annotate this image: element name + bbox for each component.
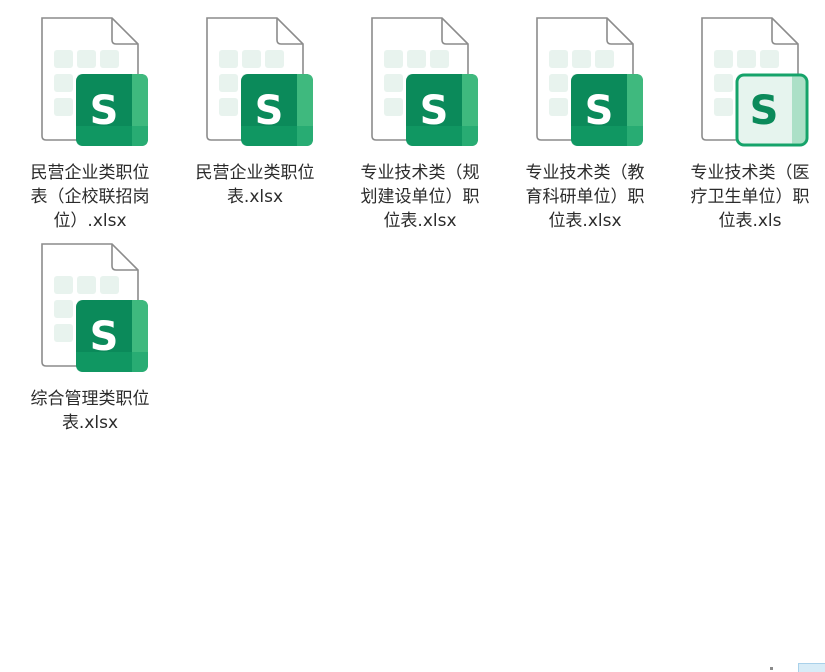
cell-tint <box>737 50 756 68</box>
badge-letter: S <box>255 88 284 134</box>
file-name-label: 专业技术类（医疗卫生单位）职位表.xls <box>690 163 810 231</box>
wps-spreadsheet-icon: S <box>206 17 313 146</box>
scrollbar-corner[interactable] <box>798 663 825 672</box>
cell-tint <box>100 276 119 294</box>
cell-tint <box>265 50 284 68</box>
file-grid: S 民营企业类职位表（企校联招岗位）.xlsx S 民营企业类职位表.xlsx … <box>0 0 825 672</box>
file-name-label: 专业技术类（规划建设单位）职位表.xlsx <box>360 163 480 231</box>
badge-stripe <box>792 76 806 144</box>
cell-tint <box>54 276 73 294</box>
badge: S <box>406 74 478 146</box>
cell-tint <box>549 74 568 92</box>
cell-tint <box>100 50 119 68</box>
wps-spreadsheet-icon: S <box>41 17 148 146</box>
cell-tint <box>549 98 568 116</box>
cell-tint <box>407 50 426 68</box>
file-item[interactable]: S 专业技术类（规划建设单位）职位表.xlsx <box>345 14 495 233</box>
wps-spreadsheet-icon: S <box>371 17 478 146</box>
badge-letter: S <box>420 88 449 134</box>
badge-letter: S <box>585 88 614 134</box>
cell-tint <box>54 50 73 68</box>
cell-tint <box>549 50 568 68</box>
file-name-label: 专业技术类（教育科研单位）职位表.xlsx <box>525 163 645 231</box>
cell-tint <box>54 300 73 318</box>
cell-tint <box>219 74 238 92</box>
cell-tint <box>572 50 591 68</box>
file-item[interactable]: S 专业技术类（医疗卫生单位）职位表.xls <box>675 14 825 233</box>
cell-tint <box>219 50 238 68</box>
wps-spreadsheet-icon: S <box>536 17 643 146</box>
cell-tint <box>760 50 779 68</box>
cell-tint <box>714 74 733 92</box>
badge: S <box>571 74 643 146</box>
cell-tint <box>384 98 403 116</box>
cell-tint <box>384 50 403 68</box>
cell-tint <box>384 74 403 92</box>
cell-tint <box>219 98 238 116</box>
file-name-label: 民营企业类职位表.xlsx <box>195 163 315 207</box>
file-item[interactable]: S 民营企业类职位表.xlsx <box>180 14 330 209</box>
badge-letter: S <box>90 88 119 134</box>
badge: S <box>76 74 148 146</box>
cell-tint <box>54 98 73 116</box>
file-name-label: 民营企业类职位表（企校联招岗位）.xlsx <box>30 163 150 231</box>
badge-letter: S <box>90 314 119 360</box>
cell-tint <box>595 50 614 68</box>
file-item[interactable]: S 专业技术类（教育科研单位）职位表.xlsx <box>510 14 660 233</box>
file-item[interactable]: S 综合管理类职位表.xlsx <box>15 240 165 435</box>
cell-tint <box>242 50 261 68</box>
cell-tint <box>77 276 96 294</box>
wps-spreadsheet-icon: S <box>701 17 809 147</box>
cell-tint <box>54 74 73 92</box>
badge: S <box>735 73 809 147</box>
cell-tint <box>714 98 733 116</box>
cell-tint <box>77 50 96 68</box>
cell-tint <box>430 50 449 68</box>
badge: S <box>241 74 313 146</box>
wps-spreadsheet-icon: S <box>41 243 148 372</box>
cell-tint <box>714 50 733 68</box>
file-item[interactable]: S 民营企业类职位表（企校联招岗位）.xlsx <box>15 14 165 233</box>
cell-tint <box>54 324 73 342</box>
file-name-label: 综合管理类职位表.xlsx <box>30 389 150 433</box>
badge-letter: S <box>750 88 779 134</box>
resize-grip <box>770 667 773 670</box>
badge: S <box>76 300 148 372</box>
